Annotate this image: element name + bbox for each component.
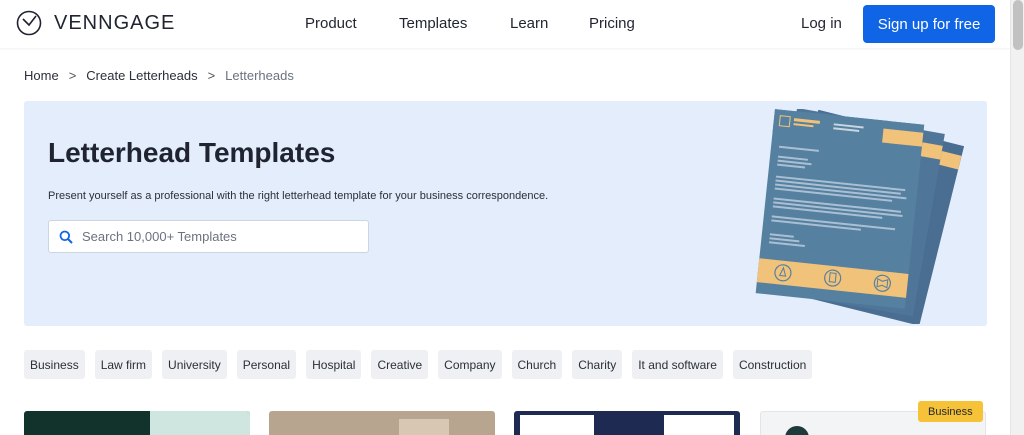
letterhead-illustration [755, 109, 964, 324]
category-chip-law-firm[interactable]: Law firm [94, 350, 153, 379]
category-chip-company[interactable]: Company [438, 350, 502, 379]
category-chip-creative[interactable]: Creative [371, 350, 429, 379]
nav-product[interactable]: Product [305, 15, 357, 32]
page-scrollbar[interactable] [1010, 0, 1024, 435]
venngage-logo[interactable]: VENNGAGE [16, 10, 175, 36]
search-input[interactable] [82, 229, 342, 244]
card-thumbnail-accent [785, 426, 809, 435]
scrollbar-thumb[interactable] [1013, 0, 1023, 50]
breadcrumb-separator: > [207, 68, 216, 83]
category-chip-hospital[interactable]: Hospital [306, 350, 362, 379]
category-chip-business[interactable]: Business [24, 350, 85, 379]
category-chip-it-and-software[interactable]: It and software [632, 350, 723, 379]
template-card[interactable] [24, 411, 250, 435]
category-chip-charity[interactable]: Charity [572, 350, 623, 379]
category-filters: Business Law firm University Personal Ho… [24, 350, 813, 379]
breadcrumb-home[interactable]: Home [24, 68, 59, 83]
nav-pricing[interactable]: Pricing [589, 15, 635, 32]
template-search[interactable] [48, 220, 369, 253]
template-card[interactable] [514, 411, 740, 435]
breadcrumb-separator: > [68, 68, 77, 83]
breadcrumb-create-letterheads[interactable]: Create Letterheads [86, 68, 197, 83]
category-chip-university[interactable]: University [162, 350, 227, 379]
hero-banner: Letterhead Templates Present yourself as… [24, 101, 987, 326]
card-thumbnail-accent [594, 415, 664, 435]
signup-button[interactable]: Sign up for free [863, 5, 995, 43]
breadcrumb: Home > Create Letterheads > Letterheads [24, 68, 294, 83]
hero-subtitle: Present yourself as a professional with … [48, 190, 549, 202]
category-chip-church[interactable]: Church [511, 350, 563, 379]
card-thumbnail-accent [150, 411, 250, 435]
category-badge: Business [918, 401, 983, 422]
page-title: Letterhead Templates [48, 137, 336, 168]
nav-learn[interactable]: Learn [510, 15, 548, 32]
breadcrumb-current: Letterheads [225, 68, 294, 83]
logo-wordmark: VENNGAGE [54, 11, 176, 34]
template-card[interactable] [269, 411, 495, 435]
card-thumbnail-accent [399, 419, 449, 435]
category-chip-personal[interactable]: Personal [236, 350, 297, 379]
logo-icon [16, 10, 42, 36]
login-link[interactable]: Log in [801, 15, 842, 32]
nav-templates[interactable]: Templates [399, 15, 467, 32]
search-icon [59, 230, 73, 244]
category-chip-construction[interactable]: Construction [732, 350, 813, 379]
top-navigation-bar: VENNGAGE Product Templates Learn Pricing… [0, 0, 1010, 48]
